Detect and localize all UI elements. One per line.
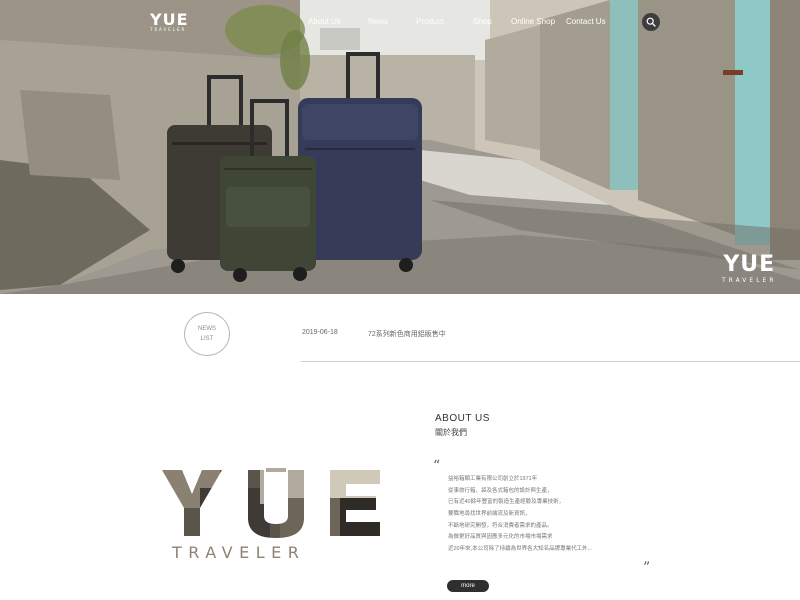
- news-list-button[interactable]: NEWS LIST: [184, 312, 230, 356]
- about-line: 要職地尋找世界前端流及新資訊，: [448, 511, 531, 518]
- news-divider: [301, 361, 800, 362]
- news-date: 2019-06-18: [302, 329, 338, 336]
- about-line: 近20年來,本公司除了持續為世界各大知名品牌專業代工外...: [448, 546, 593, 553]
- about-line: 從事旅行箱、袋及各式箱包的設計與生產，: [448, 487, 553, 494]
- about-line: 已有近40餘年豐富的製造生產經驗及專業技術，: [448, 499, 565, 506]
- logo-subtext: TRAVELER: [150, 27, 187, 32]
- nav-item-news[interactable]: News: [368, 17, 388, 26]
- about-line: 益裕箱類工業有限公司創立於1971年: [448, 476, 538, 482]
- site-logo[interactable]: YUE TRAVELER: [150, 10, 189, 32]
- about-text: 益裕箱類工業有限公司創立於1971年 從事旅行箱、袋及各式箱包的設計與生產， 已…: [448, 474, 592, 556]
- hero-brand-text: YUE: [723, 252, 776, 277]
- quote-open-mark: “: [433, 458, 441, 474]
- quote-close-mark: ”: [643, 560, 651, 576]
- about-line: 不斷地研究開發，符合消費者需求的產品。: [448, 522, 553, 529]
- hero-banner: YUE TRAVELER About Us News Product Shop …: [0, 0, 800, 294]
- about-heading: ABOUT US: [435, 413, 490, 424]
- hero-brand-watermark: YUE TRAVELER: [722, 252, 777, 285]
- nav-item-shop[interactable]: Shop: [473, 17, 492, 26]
- nav-item-about-us[interactable]: About Us: [308, 17, 341, 26]
- search-button[interactable]: [642, 13, 660, 31]
- brand-logo-letters: [162, 468, 380, 538]
- hero-brand-subtext: TRAVELER: [722, 277, 777, 284]
- nav-item-online-shop[interactable]: Online Shop: [511, 17, 555, 26]
- search-icon: [646, 17, 656, 27]
- brand-logo-image: [162, 468, 380, 538]
- news-circle-line2: LIST: [200, 336, 214, 342]
- nav-item-product[interactable]: Product: [416, 17, 444, 26]
- brand-logo-subtext: TRAVELER: [172, 543, 306, 562]
- more-button[interactable]: more: [447, 580, 489, 592]
- top-navigation: YUE TRAVELER About Us News Product Shop …: [0, 0, 800, 44]
- hero-photo: [0, 0, 800, 294]
- news-item-title[interactable]: 72系列新色商用鋁販售中: [368, 329, 446, 339]
- nav-item-contact-us[interactable]: Contact Us: [566, 17, 606, 26]
- about-subheading: 關於我們: [435, 428, 467, 437]
- about-line: 為做更好品質與因應多元化的市場市場需求: [448, 534, 553, 541]
- news-circle-line1: NEWS: [198, 326, 216, 332]
